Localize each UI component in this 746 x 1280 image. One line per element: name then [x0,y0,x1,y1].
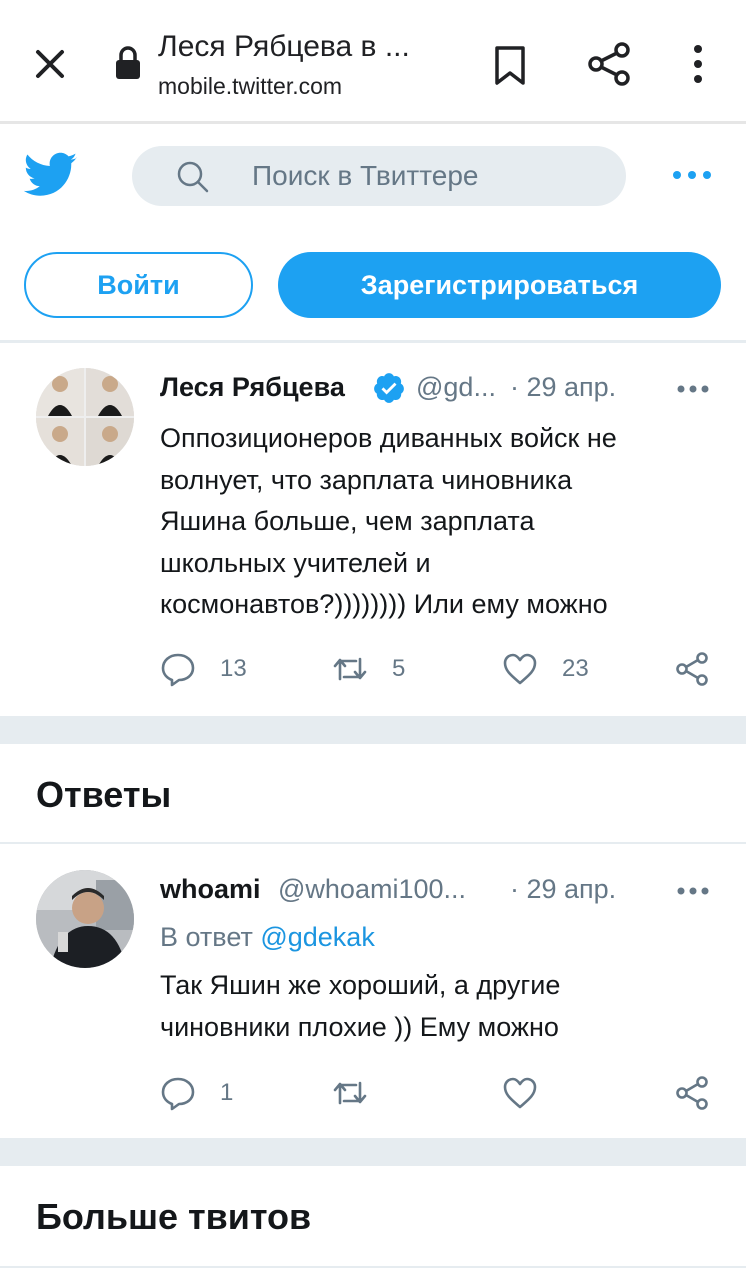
toolbar-divider [0,121,746,124]
tweet-text-line: волнует, что зарплата чиновника [160,464,573,495]
reply-to-label: В ответ @gdekak [160,922,375,953]
retweet-button[interactable]: 5 [332,651,405,687]
reply-count: 1 [220,1079,234,1106]
tweet-text-line: школьных учителей и [160,547,431,578]
like-icon [503,653,537,685]
tweet-text: Оппозиционеров диванных войск не волнует… [160,418,617,626]
section-separator [0,1138,746,1166]
reply-author-name[interactable]: whoami [160,874,261,905]
divider [0,1266,746,1268]
share-icon[interactable] [588,42,632,86]
tweet-text-line: Оппозиционеров диванных войск не [160,423,617,453]
reply-count: 13 [220,655,247,682]
retweet-button[interactable] [332,1075,368,1111]
page-title: Леся Рябцева в ... [158,30,410,63]
more-horizontal-icon[interactable] [676,383,710,395]
search-placeholder: Поиск в Твиттере [252,160,479,191]
close-icon[interactable] [30,44,70,84]
reply-to-prefix: В ответ [160,922,253,952]
reply-to-mention[interactable]: @gdekak [260,922,374,952]
reply-handle[interactable]: @whoami100... [278,874,466,905]
section-separator [0,716,746,744]
tweet-text-line: Яшина больше, чем зарплата [160,506,535,536]
avatar[interactable] [36,368,134,466]
tweet-date[interactable]: · 29 апр. [510,372,616,403]
like-button[interactable] [502,1075,538,1111]
reply-icon [161,653,195,687]
more-tweets-heading: Больше твитов [36,1196,312,1237]
share-button[interactable] [674,1075,710,1111]
share-icon [676,652,708,686]
reply-date[interactable]: · 29 апр. [510,874,616,905]
tweet-author-name[interactable]: Леся Рябцева [160,372,345,403]
signup-button[interactable]: Зарегистрироваться [278,252,721,318]
reply-text: Так Яшин же хороший, а другие чиновники … [160,965,560,1048]
reply-text-line: чиновники плохие )) Ему можно [160,1011,559,1042]
lock-icon [116,46,140,79]
like-count: 23 [562,655,589,682]
search-input[interactable]: Поиск в Твиттере [132,146,626,206]
header-divider [0,340,746,343]
replies-heading: Ответы [36,774,172,815]
page-url: mobile.twitter.com [158,73,343,99]
login-button[interactable]: Войти [24,252,253,318]
search-icon [177,161,209,193]
browser-toolbar: Леся Рябцева в ... mobile.twitter.com [0,0,746,122]
share-button[interactable] [674,651,710,687]
tweet-handle[interactable]: @gd... [416,372,496,403]
tweet-text-line: космонавтов?)))))))) Или ему можно [160,589,608,619]
share-icon [676,1076,708,1110]
twitter-bird-icon[interactable] [24,152,78,198]
retweet-icon [333,1081,367,1105]
verified-icon [374,373,404,403]
avatar[interactable] [36,870,134,968]
reply-icon [161,1077,195,1111]
like-icon [503,1077,537,1109]
more-horizontal-icon[interactable] [672,165,712,185]
like-button[interactable]: 23 [502,651,589,687]
reply-button[interactable]: 1 [160,1075,233,1111]
bookmark-icon[interactable] [492,44,528,86]
reply-text-line: Так Яшин же хороший, а другие [160,970,561,1000]
more-vertical-icon[interactable] [686,44,710,84]
more-horizontal-icon[interactable] [676,885,710,897]
divider [0,842,746,844]
reply-button[interactable]: 13 [160,651,247,687]
retweet-icon [333,657,367,681]
retweet-count: 5 [392,655,406,682]
